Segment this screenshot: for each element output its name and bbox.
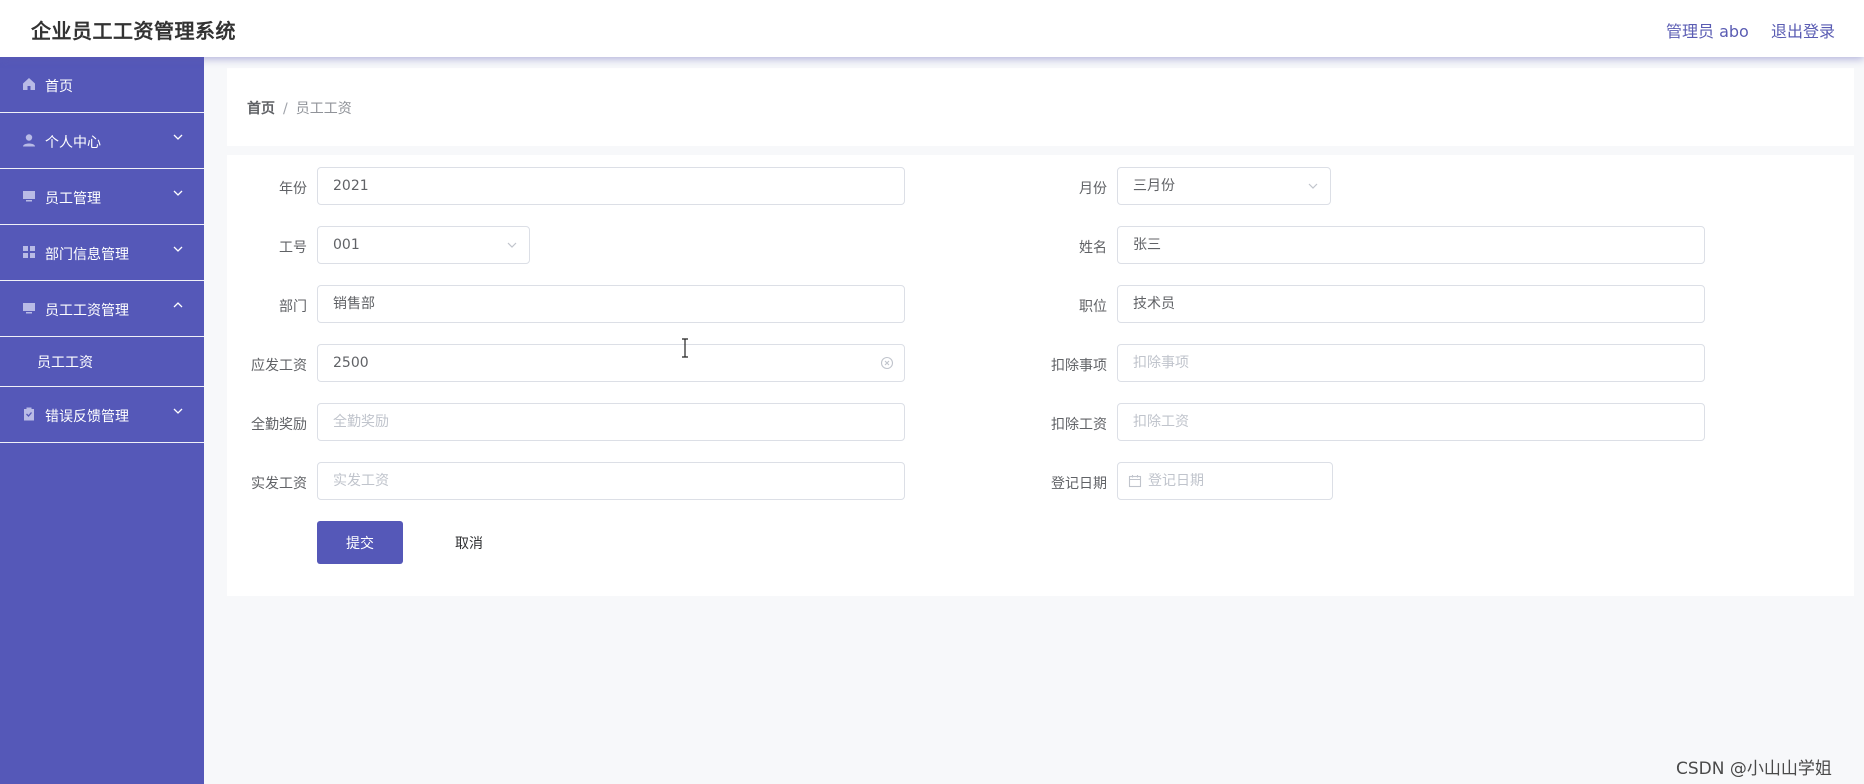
clipboard-icon — [24, 407, 34, 421]
sidebar-item-home[interactable]: 首页 — [0, 57, 204, 113]
deducted-pay-input[interactable]: 扣除工资 — [1117, 403, 1705, 441]
user-icon — [23, 134, 35, 147]
sidebar-item-department-info[interactable]: 部门信息管理 — [0, 225, 204, 281]
gross-salary-label: 应发工资 — [251, 358, 307, 374]
chevron-up-icon — [173, 302, 183, 308]
sidebar-subitem-label: 员工工资 — [37, 355, 93, 371]
monitor-icon — [23, 191, 35, 202]
deduction-item-label: 扣除事项 — [1051, 358, 1107, 374]
text-cursor-icon — [682, 338, 688, 358]
chevron-down-icon — [173, 246, 183, 252]
current-user-label: 管理员 abo — [1666, 22, 1749, 41]
sidebar: 首页 个人中心 员工管理 部门信息管理 员工工资管理 员工工资 错误反馈管理 — [0, 57, 204, 784]
year-input[interactable]: 2021 — [317, 167, 905, 205]
year-label: 年份 — [279, 181, 307, 197]
chevron-down-icon — [173, 408, 183, 414]
salary-form: 年份 2021 月份 三月份 工号 001 姓名 张三 部门 销售部 职位 技术… — [227, 155, 1854, 596]
month-label: 月份 — [1079, 181, 1107, 197]
sidebar-item-personal-center[interactable]: 个人中心 — [0, 113, 204, 169]
breadcrumb-home[interactable]: 首页 — [247, 101, 275, 117]
net-pay-label: 实发工资 — [251, 476, 307, 492]
sidebar-item-employee-management[interactable]: 员工管理 — [0, 169, 204, 225]
net-pay-input[interactable]: 实发工资 — [317, 462, 905, 500]
sidebar-item-error-feedback[interactable]: 错误反馈管理 — [0, 387, 204, 443]
department-input[interactable]: 销售部 — [317, 285, 905, 323]
attendance-bonus-input[interactable]: 全勤奖励 — [317, 403, 905, 441]
department-label: 部门 — [279, 299, 307, 315]
registration-date-label: 登记日期 — [1051, 476, 1107, 492]
deduction-item-input[interactable]: 扣除事项 — [1117, 344, 1705, 382]
sidebar-item-label: 错误反馈管理 — [45, 409, 129, 425]
employee-number-value: 001 — [333, 237, 360, 253]
breadcrumb-current: 员工工资 — [295, 101, 352, 117]
chevron-down-icon — [173, 190, 183, 196]
chevron-down-icon — [1308, 183, 1318, 189]
logout-link[interactable]: 退出登录 — [1771, 18, 1835, 42]
sidebar-item-label: 部门信息管理 — [45, 247, 129, 263]
month-select-value: 三月份 — [1133, 178, 1175, 194]
top-header: 企业员工工资管理系统 管理员 abo 退出登录 — [0, 0, 1864, 57]
watermark: CSDN @小山山学姐 — [1676, 759, 1832, 779]
position-input[interactable]: 技术员 — [1117, 285, 1705, 323]
employee-number-select[interactable]: 001 — [317, 226, 530, 264]
registration-date-picker[interactable]: 登记日期 — [1117, 462, 1333, 500]
name-input[interactable]: 张三 — [1117, 226, 1705, 264]
clear-icon[interactable] — [880, 356, 894, 370]
sidebar-item-salary-management[interactable]: 员工工资管理 — [0, 281, 204, 337]
submit-button[interactable]: 提交 — [317, 521, 403, 564]
breadcrumb-separator: / — [283, 101, 288, 117]
attendance-bonus-label: 全勤奖励 — [251, 417, 307, 433]
gross-salary-value: 2500 — [333, 355, 369, 371]
sidebar-item-label: 首页 — [45, 79, 73, 95]
sidebar-item-label: 员工工资管理 — [45, 303, 129, 319]
calendar-icon — [1128, 475, 1142, 488]
breadcrumb: 首页 / 员工工资 — [247, 98, 352, 118]
app-title: 企业员工工资管理系统 — [31, 19, 236, 43]
deducted-pay-label: 扣除工资 — [1051, 417, 1107, 433]
sidebar-item-label: 员工管理 — [45, 191, 101, 207]
chevron-down-icon — [507, 242, 517, 248]
month-select[interactable]: 三月份 — [1117, 167, 1331, 205]
gross-salary-input[interactable]: 2500 — [317, 344, 905, 382]
breadcrumb-panel: 首页 / 员工工资 — [227, 68, 1854, 146]
position-label: 职位 — [1079, 299, 1107, 315]
monitor-icon — [23, 303, 35, 314]
employee-number-label: 工号 — [279, 240, 307, 256]
sidebar-item-label: 个人中心 — [45, 135, 101, 151]
chevron-down-icon — [173, 134, 183, 140]
grid-icon — [23, 246, 35, 258]
cancel-button[interactable]: 取消 — [434, 521, 504, 564]
name-label: 姓名 — [1079, 240, 1107, 256]
registration-date-placeholder: 登记日期 — [1148, 473, 1204, 489]
home-icon — [23, 78, 35, 90]
sidebar-subitem-employee-salary[interactable]: 员工工资 — [0, 337, 204, 387]
